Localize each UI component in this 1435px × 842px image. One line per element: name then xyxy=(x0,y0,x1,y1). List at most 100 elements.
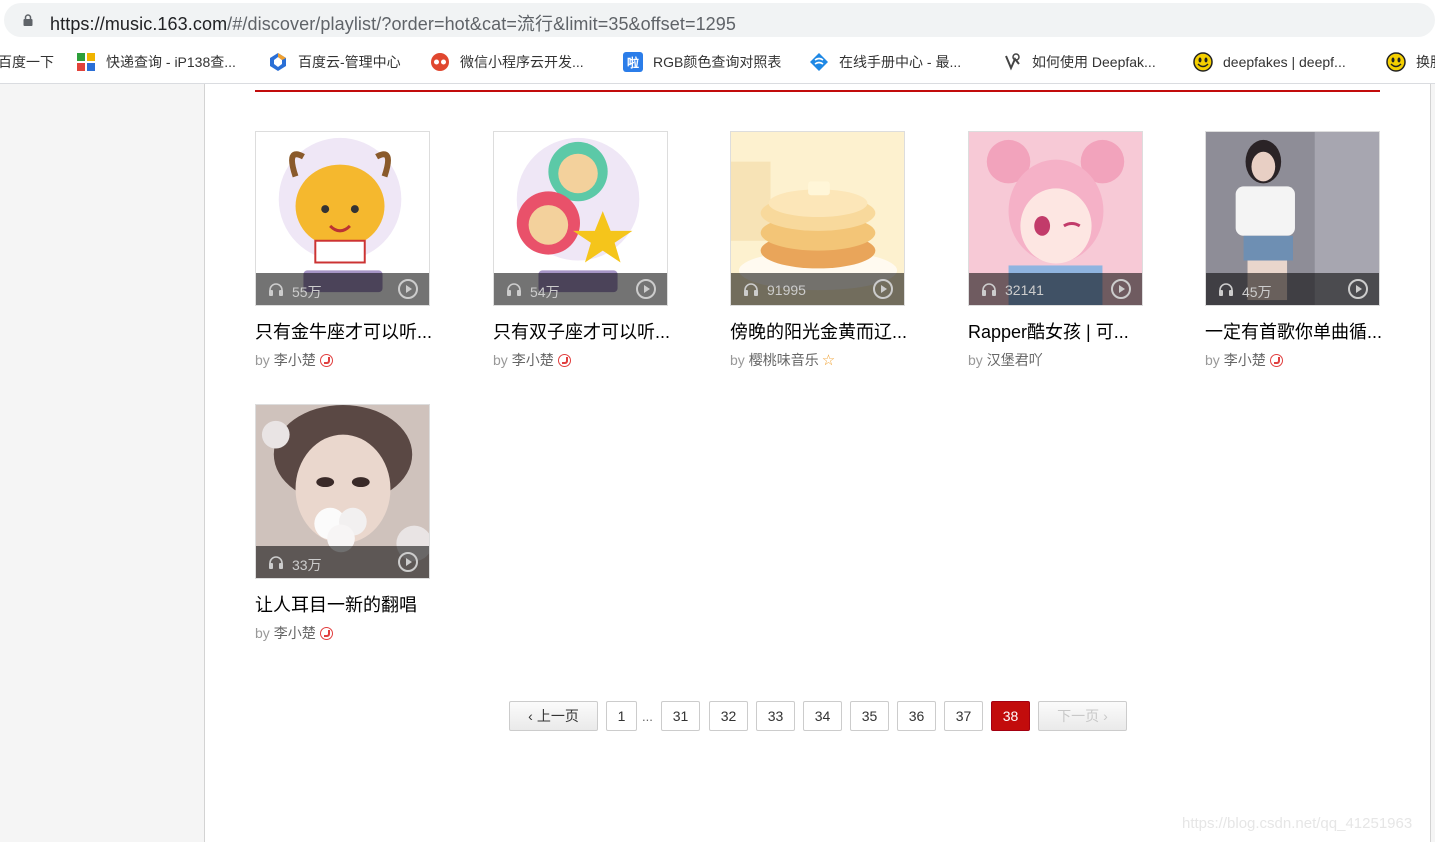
play-icon[interactable] xyxy=(1111,279,1131,299)
wechat-dev-icon xyxy=(430,52,450,72)
play-count-bar: 55万 xyxy=(256,273,429,305)
bookmark-label: deepfakes | deepf... xyxy=(1223,54,1346,70)
play-count: 45万 xyxy=(1242,284,1272,300)
deepfake-icon xyxy=(1002,52,1022,72)
author-link[interactable]: 李小楚 xyxy=(274,623,316,643)
playlist-title[interactable]: 让人耳目一新的翻唱 xyxy=(255,591,433,617)
by-label: by xyxy=(730,352,745,368)
author-link[interactable]: 李小楚 xyxy=(274,350,316,370)
play-count-bar: 32141 xyxy=(969,273,1142,305)
play-icon[interactable] xyxy=(398,279,418,299)
address-field[interactable]: https://music.163.com/#/discover/playlis… xyxy=(4,3,1435,37)
playlist-title[interactable]: 一定有首歌你单曲循... xyxy=(1205,318,1383,344)
bookmark-deepfakes[interactable]: deepfakes | deepf... xyxy=(1193,51,1346,73)
lock-icon[interactable] xyxy=(22,14,34,26)
headphone-icon xyxy=(982,283,996,296)
bookmark-manual[interactable]: 在线手册中心 - 最... xyxy=(809,51,961,73)
page-button-32[interactable]: 32 xyxy=(709,701,748,731)
playlist-cover[interactable]: 55万 xyxy=(255,131,430,306)
next-page-button[interactable]: 下一页 › xyxy=(1038,701,1127,731)
playlist-card: 55万 只有金牛座才可以听... by 李小楚 xyxy=(255,131,433,370)
deepfakes-icon xyxy=(1193,52,1213,72)
bookmark-wechat-dev[interactable]: 微信小程序云开发... xyxy=(430,51,584,73)
headphone-icon xyxy=(269,556,283,569)
playlist-cover[interactable]: 32141 xyxy=(968,131,1143,306)
by-label: by xyxy=(1205,352,1220,368)
playlist-byline: by 李小楚 xyxy=(493,350,668,370)
url-host: https://music.163.com xyxy=(50,14,228,34)
by-label: by xyxy=(493,352,508,368)
playlist-byline: by 李小楚 xyxy=(1205,350,1380,370)
play-icon[interactable] xyxy=(1348,279,1368,299)
chevron-left-icon: ‹ xyxy=(528,708,533,724)
headphone-icon xyxy=(1219,283,1233,296)
playlist-cover[interactable]: 45万 xyxy=(1205,131,1380,306)
ip138-icon xyxy=(76,52,96,72)
by-label: by xyxy=(255,625,270,641)
play-icon[interactable] xyxy=(873,279,893,299)
playlist-title[interactable]: 只有双子座才可以听... xyxy=(493,318,671,344)
bookmark-label: 微信小程序云开发... xyxy=(460,54,584,70)
page-ellipsis: ... xyxy=(642,709,653,724)
play-count: 32141 xyxy=(1005,282,1044,298)
bookmark-label: RGB颜色查询对照表 xyxy=(653,54,782,70)
bookmark-deepfake[interactable]: 如何使用 Deepfak... xyxy=(1002,51,1156,73)
play-count-bar: 45万 xyxy=(1206,273,1379,305)
music-badge-icon xyxy=(319,353,333,367)
playlist-title[interactable]: 只有金牛座才可以听... xyxy=(255,318,433,344)
playlist-byline: by 樱桃味音乐 ☆ xyxy=(730,350,905,370)
play-icon[interactable] xyxy=(398,552,418,572)
pagination: ‹ 上一页 1 ... 31 32 33 34 35 36 37 38 下一页 › xyxy=(0,701,1435,733)
url-text[interactable]: https://music.163.com/#/discover/playlis… xyxy=(50,10,736,36)
bookmark-ip138[interactable]: 快递查询 - iP138查... xyxy=(76,51,236,73)
page-button-37[interactable]: 37 xyxy=(944,701,983,731)
playlist-byline: by 李小楚 xyxy=(255,350,430,370)
play-count-bar: 91995 xyxy=(731,273,904,305)
bookmark-rgb[interactable]: 啦 RGB颜色查询对照表 xyxy=(623,51,781,73)
page-button-35[interactable]: 35 xyxy=(850,701,889,731)
page-button-38-current[interactable]: 38 xyxy=(991,701,1030,731)
author-link[interactable]: 李小楚 xyxy=(512,350,554,370)
bookmark-label: 在线手册中心 - 最... xyxy=(839,54,962,70)
author-link[interactable]: 樱桃味音乐 xyxy=(749,350,819,370)
playlist-card: 91995 傍晚的阳光金黄而辽... by 樱桃味音乐 ☆ xyxy=(730,131,908,370)
manual-icon xyxy=(809,52,829,72)
playlist-cover[interactable]: 91995 xyxy=(730,131,905,306)
bookmark-skin[interactable]: 换肤 xyxy=(1386,51,1435,73)
bookmark-baidu-cloud[interactable]: 百度云-管理中心 xyxy=(268,51,401,73)
page-button-34[interactable]: 34 xyxy=(803,701,842,731)
chevron-right-icon: › xyxy=(1103,708,1108,724)
music-badge-icon xyxy=(319,626,333,640)
page-button-31[interactable]: 31 xyxy=(661,701,700,731)
play-icon[interactable] xyxy=(636,279,656,299)
author-link[interactable]: 汉堡君吖 xyxy=(987,350,1043,370)
page-button-36[interactable]: 36 xyxy=(897,701,936,731)
rgb-icon: 啦 xyxy=(623,52,643,72)
playlist-title[interactable]: Rapper酷女孩 | 可... xyxy=(968,318,1146,344)
headphone-icon xyxy=(744,283,758,296)
playlist-cover[interactable]: 33万 xyxy=(255,404,430,579)
play-count-bar: 33万 xyxy=(256,546,429,578)
music-badge-icon xyxy=(1269,353,1283,367)
music-badge-icon xyxy=(557,353,571,367)
prev-page-label: 上一页 xyxy=(536,708,579,724)
page-button-1[interactable]: 1 xyxy=(606,701,637,731)
browser-url-bar: https://music.163.com/#/discover/playlis… xyxy=(0,0,1435,40)
playlist-byline: by 汉堡君吖 xyxy=(968,350,1143,370)
playlist-byline: by 李小楚 xyxy=(255,623,430,643)
url-path: /#/discover/playlist/?order=hot&cat=流行&l… xyxy=(227,14,737,34)
prev-page-button[interactable]: ‹ 上一页 xyxy=(509,701,598,731)
playlist-title[interactable]: 傍晚的阳光金黄而辽... xyxy=(730,318,908,344)
by-label: by xyxy=(255,352,270,368)
play-count: 54万 xyxy=(530,284,560,300)
page-button-33[interactable]: 33 xyxy=(756,701,795,731)
skin-icon xyxy=(1386,52,1406,72)
playlist-cover[interactable]: 54万 xyxy=(493,131,668,306)
next-page-label: 下一页 xyxy=(1057,708,1100,724)
author-link[interactable]: 李小楚 xyxy=(1224,350,1266,370)
bookmark-label: 快递查询 - iP138查... xyxy=(106,54,236,70)
by-label: by xyxy=(968,352,983,368)
baidu-cloud-icon xyxy=(268,52,288,72)
section-divider xyxy=(255,90,1380,92)
bookmark-baidu[interactable]: 百度一下 xyxy=(0,51,54,73)
